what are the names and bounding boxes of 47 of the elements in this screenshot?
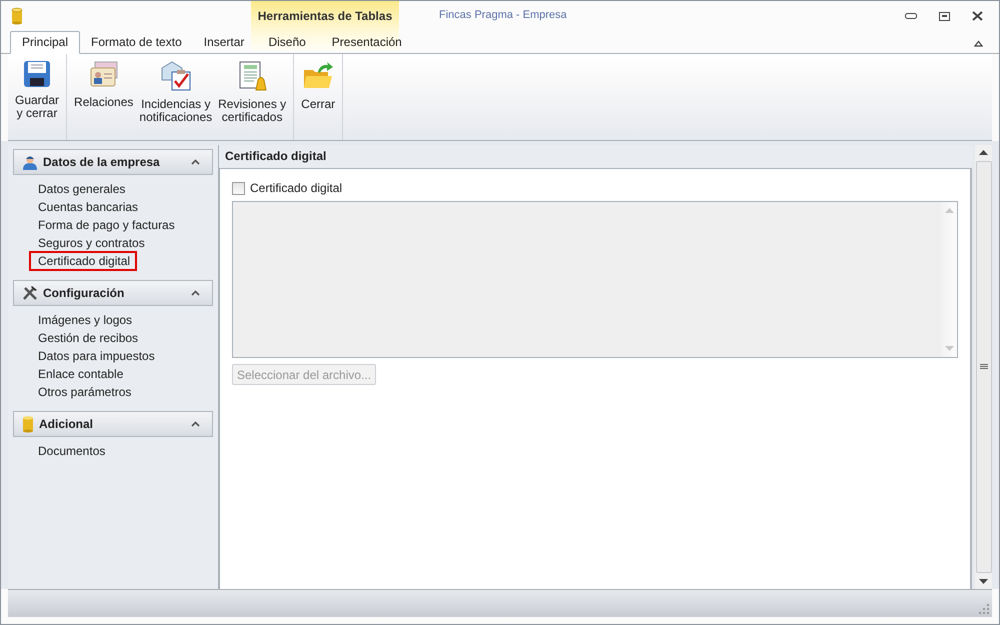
grip-icon — [980, 364, 988, 370]
sidebar-link[interactable]: Otros parámetros — [30, 383, 140, 401]
ribbon-tab[interactable]: Insertar — [192, 32, 256, 53]
checkbox[interactable] — [232, 182, 245, 194]
envelope-checklist-icon — [160, 60, 192, 92]
ribbon-button[interactable]: Guardar y cerrar — [12, 60, 62, 120]
ribbon-button[interactable]: Cerrar — [298, 60, 338, 111]
sidebar-link[interactable]: Documentos — [30, 442, 114, 460]
sidebar-link[interactable]: Cuentas bancarias — [30, 198, 146, 216]
section-title: Adicional — [39, 417, 94, 431]
chevron-icon[interactable] — [191, 159, 200, 165]
ribbon-button[interactable]: Incidencias y notificaciones — [136, 60, 216, 124]
minimize-icon[interactable] — [905, 13, 917, 19]
panel-title: Certificado digital — [224, 148, 328, 165]
chevron-icon[interactable] — [191, 290, 200, 296]
sidebar-link[interactable]: Forma de pago y facturas — [30, 216, 183, 234]
sidebar-link[interactable]: Enlace contable — [30, 365, 132, 383]
ribbon-tab[interactable]: Principal — [10, 31, 80, 54]
ribbon-tab[interactable]: Diseño — [255, 32, 319, 53]
ribbon-tab[interactable]: Presentación — [318, 32, 415, 53]
window-title: Fincas Pragma - Empresa — [439, 9, 567, 21]
collapse-ribbon-icon[interactable] — [974, 40, 983, 47]
ribbon-button[interactable]: Revisiones y certificados — [215, 60, 290, 124]
ribbon-button[interactable]: Relaciones — [71, 60, 136, 109]
section-title: Configuración — [43, 286, 126, 300]
resize-grip-icon[interactable] — [979, 604, 989, 614]
sidebar-link[interactable]: Seguros y contratos — [30, 234, 153, 252]
sidebar-link[interactable]: Datos generales — [30, 180, 134, 198]
ribbon-tab[interactable]: Formato de texto — [80, 32, 193, 53]
close-icon[interactable] — [972, 11, 983, 21]
scroll-down-icon[interactable] — [979, 579, 988, 584]
maximize-icon[interactable] — [939, 12, 950, 20]
section-header[interactable]: Configuración — [13, 280, 213, 306]
section-title: Datos de la empresa — [43, 155, 161, 169]
person-icon — [22, 154, 38, 170]
tools-icon — [22, 285, 38, 301]
sidebar-link[interactable]: Datos para impuestos — [30, 347, 163, 365]
sidebar-link[interactable]: Certificado digital — [30, 252, 136, 270]
database-icon — [11, 7, 23, 25]
section-header[interactable]: Datos de la empresa — [13, 149, 213, 175]
checkbox-label: Certificado digital — [250, 181, 342, 195]
sidebar-link[interactable]: Imágenes y logos — [30, 311, 140, 329]
section-header[interactable]: Adicional — [13, 411, 213, 437]
database-icon — [22, 415, 34, 433]
chevron-icon[interactable] — [191, 421, 200, 427]
scroll-up-icon[interactable] — [979, 150, 988, 155]
sidebar-link[interactable]: Gestión de recibos — [30, 329, 146, 347]
